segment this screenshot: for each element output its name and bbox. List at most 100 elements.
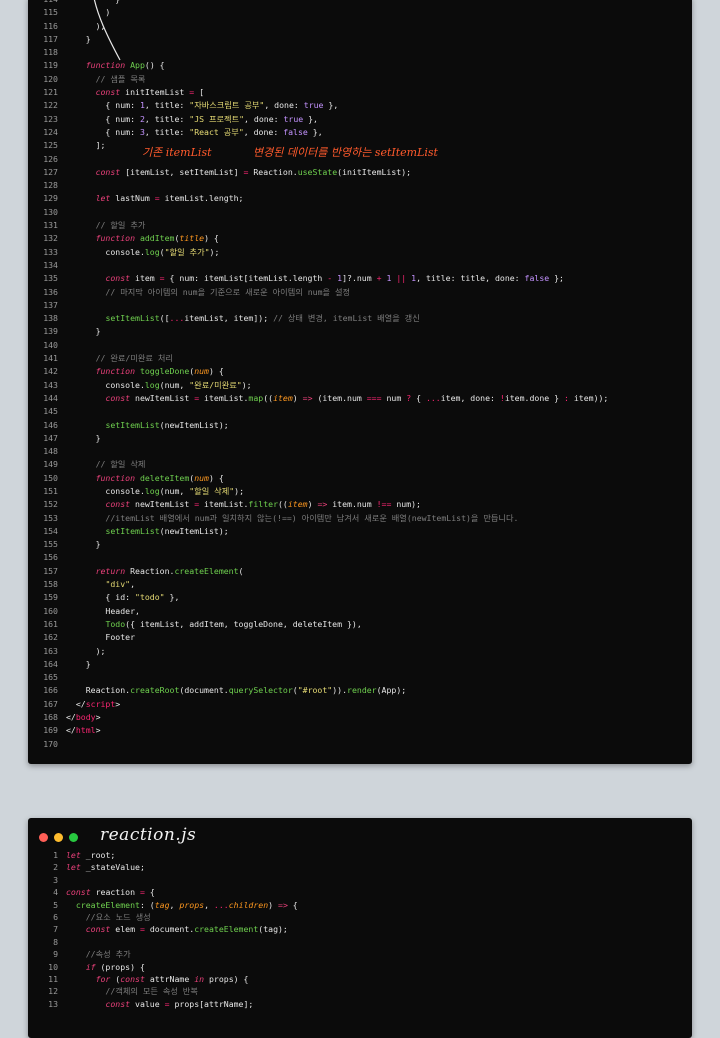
code-token: (props) { xyxy=(95,961,145,972)
code-token: Header, xyxy=(66,605,140,616)
code-token: "todo" xyxy=(135,592,165,603)
code-token: "#root" xyxy=(297,685,333,696)
close-window-button[interactable] xyxy=(39,833,48,842)
code-token: , done: xyxy=(264,100,304,111)
code-token: newItemList xyxy=(130,392,195,403)
code-token: ); xyxy=(209,246,220,257)
code-token: //속성 추가 xyxy=(66,949,131,960)
line-number: 120 xyxy=(43,73,58,84)
code-text: Reaction.createRoot(document.querySelect… xyxy=(58,684,692,697)
line-number: 159 xyxy=(43,592,58,603)
code-token: body xyxy=(75,712,96,723)
line-number: 128 xyxy=(43,180,58,191)
code-token: [itemList, setItemList] xyxy=(120,166,244,177)
code-token: console. xyxy=(66,246,145,257)
code-text: const value = props[attrName]; xyxy=(58,998,692,1010)
code-line: 120 // 샘플 목록 xyxy=(28,73,692,86)
line-number: 137 xyxy=(43,299,58,310)
code-token: map xyxy=(248,392,264,403)
code-token: Reaction. xyxy=(66,685,131,696)
code-token: Reaction. xyxy=(248,166,298,177)
line-number: 124 xyxy=(43,126,58,137)
code-text: if (props) { xyxy=(58,961,692,973)
code-text: let lastNum = itemList.length; xyxy=(58,192,692,205)
code-text: { num: 3, title: "React 공부", done: false… xyxy=(58,126,692,139)
code-text: // 완료/미완료 처리 xyxy=(58,352,692,365)
line-number: 151 xyxy=(43,485,58,496)
line-number: 149 xyxy=(43,459,58,470)
code-line: 6 //요소 노드 생성 xyxy=(28,911,692,923)
code-line: 163 ); xyxy=(28,645,692,658)
code-token: const xyxy=(95,166,121,177)
code-line: 138 setItemList([...itemList, item]); //… xyxy=(28,312,692,325)
code-token: const xyxy=(105,392,131,403)
code-token: { num: xyxy=(66,126,140,137)
code-token: let xyxy=(66,862,81,873)
code-token: item xyxy=(273,392,293,403)
code-text: //속성 추가 xyxy=(58,948,692,960)
line-number: 5 xyxy=(53,899,58,910)
code-token: item, done: xyxy=(440,392,500,403)
code-line: 7 const elem = document.createElement(ta… xyxy=(28,923,692,935)
code-token: props[attrName]; xyxy=(169,998,254,1009)
code-token: ... xyxy=(213,899,229,910)
code-token: function xyxy=(95,366,136,377)
code-token: _root; xyxy=(80,850,116,860)
code-token: , xyxy=(169,899,180,910)
code-line: 1 let _root; xyxy=(28,849,692,861)
code-token: ) { xyxy=(204,233,219,244)
code-line: 152 const newItemList = itemList.filter(… xyxy=(28,498,692,511)
code-line: 9 //속성 추가 xyxy=(28,948,692,960)
code-token: { xyxy=(287,899,298,910)
code-token: !== xyxy=(376,499,392,510)
code-text: ); xyxy=(58,20,692,33)
line-number: 134 xyxy=(43,259,58,270)
code-lines: 1 let _root; 2 let _stateValue; 3 4 const reac… xyxy=(28,849,692,1010)
code-token: ( xyxy=(110,973,121,984)
line-number: 148 xyxy=(43,446,58,457)
line-number: 161 xyxy=(43,618,58,629)
minimize-window-button[interactable] xyxy=(54,833,63,842)
code-line: 134 xyxy=(28,259,692,272)
code-line: 150 function deleteItem(num) { xyxy=(28,472,692,485)
line-number: 143 xyxy=(43,379,58,390)
code-line: 121 const initItemList = [ xyxy=(28,86,692,99)
window-titlebar: reaction.js xyxy=(28,818,692,848)
line-number: 163 xyxy=(43,645,58,656)
line-number: 6 xyxy=(53,911,58,922)
code-token: let xyxy=(66,850,81,860)
code-token: // 상태 변경, itemList 배열을 갱신 xyxy=(273,313,420,324)
code-text: setItemList(newItemList); xyxy=(58,419,692,432)
zoom-window-button[interactable] xyxy=(69,833,78,842)
code-token: ) { xyxy=(208,366,224,377)
code-token: const xyxy=(120,973,145,984)
code-token: //객체의 모든 속성 반복 xyxy=(66,986,198,997)
code-token: // 마지막 아이템의 num을 기준으로 새로운 아이템의 num을 설정 xyxy=(66,286,351,297)
code-token: , done: xyxy=(244,113,284,124)
code-token: ]; xyxy=(66,140,106,151)
line-number: 12 xyxy=(48,986,58,997)
line-number: 146 xyxy=(43,419,58,430)
code-token: querySelector xyxy=(228,685,293,696)
code-token: (document. xyxy=(179,685,229,696)
code-text: createElement: (tag, props, ...children)… xyxy=(58,899,692,911)
line-number: 166 xyxy=(43,685,58,696)
line-number: 158 xyxy=(43,579,58,590)
line-number: 10 xyxy=(48,961,58,972)
code-line: 168 </body> xyxy=(28,711,692,724)
line-number: 9 xyxy=(53,949,58,960)
code-token: attrName xyxy=(144,973,195,984)
code-token: }, xyxy=(303,113,318,124)
code-token: createElement xyxy=(174,565,239,576)
code-line: 149 // 할일 삭제 xyxy=(28,458,692,471)
code-text: // 샘플 목록 xyxy=(58,73,692,86)
code-token: , title: xyxy=(144,100,190,111)
code-token: }; xyxy=(549,273,564,284)
